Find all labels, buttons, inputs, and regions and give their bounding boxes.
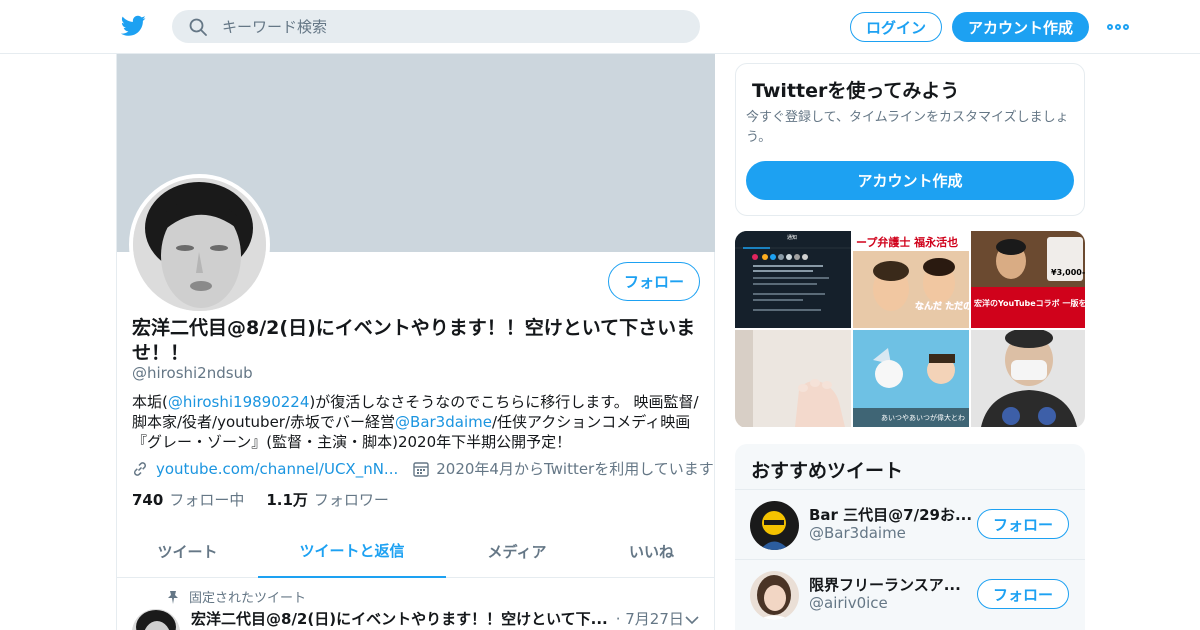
bio-text: 本垢( [132,393,168,411]
recommended-handle: @airiv0ice [809,594,888,612]
followers-count: 1.1万 [266,491,308,509]
calendar-icon [413,461,429,477]
recommended-handle: @Bar3daime [809,524,906,542]
profile-column: フォロー 宏洋二代目@8/2(日)にイベントやります！！空けといて下さいませ！！… [116,54,715,630]
signup-card-title: Twitterを使ってみよう [752,80,960,102]
photo-mask-image [971,330,1085,427]
media-thumb-lawyer[interactable]: ープ弁護士 福永活也 なんだ ただの雑魚か [853,231,969,328]
profile-meta: youtube.com/channel/UCX_nN... 2020年4月からT… [132,458,714,479]
tweet-avatar-photo [132,609,180,630]
profile-stats: 740 フォロー中 1.1万 フォロワー [132,489,411,510]
profile-avatar[interactable] [129,174,270,315]
pinned-indicator: 固定されたツイート [167,587,306,606]
recommended-avatar[interactable] [750,571,799,620]
recommended-title: おすすめツイート [751,460,904,482]
search-icon [189,18,207,36]
twitter-bird-icon[interactable] [121,15,146,37]
anime-thumb-image: あいつやあいつが偉大とわ [853,330,969,427]
recommended-avatar[interactable] [750,501,799,550]
pinned-tweet[interactable]: 固定されたツイート 宏洋二代目@8/2(日)にイベントやります！！空けといて下.… [117,579,715,630]
profile-joined-date: 2020年4月からTwitterを利用しています [436,460,714,478]
profile-handle[interactable]: @hiroshi2ndsub [132,364,253,382]
recommended-follow-button[interactable]: フォロー [977,509,1069,539]
media-thumb-anime[interactable]: あいつやあいつが偉大とわ [853,330,969,427]
profile-tabs: ツイート ツイートと返信 メディア いいね [117,524,715,578]
recommended-avatar-image [750,571,799,620]
thumb-text: ープ弁護士 福永活也 [856,235,958,249]
follow-button[interactable]: フォロー [608,262,700,301]
tab-tweets[interactable]: ツイート [117,524,258,578]
thumb-text: あいつやあいつが偉大とわ [881,413,965,422]
recommended-avatar-image [750,501,799,550]
recommended-account[interactable]: Bar 三代目@7/29お... @Bar3daime フォロー [735,489,1085,559]
media-grid: 通知 ープ弁護士 福永活也 なんだ ただの雑魚か [735,231,1085,428]
tab-media[interactable]: メディア [446,524,588,578]
tweet-avatar[interactable] [132,609,180,630]
bio-mention-link[interactable]: @hiroshi19890224 [168,393,310,411]
avatar-photo [133,178,266,311]
profile-name: 宏洋二代目@8/2(日)にイベントやります！！空けといて下さいませ！！ [132,317,696,364]
search-input[interactable] [222,10,682,43]
media-thumb-mask[interactable] [971,330,1085,427]
tab-likes[interactable]: いいね [588,524,715,578]
thumb-text: 宏洋のYouTubeコラボ 一版を生で見られます！ [974,298,1085,308]
signup-card-button[interactable]: アカウント作成 [746,161,1074,200]
profile-bio: 本垢(@hiroshi19890224)が復活しなさそうなのでこちらに移行します… [132,392,702,452]
recommended-name: Bar 三代目@7/29お... [809,506,973,524]
tweet-author-name[interactable]: 宏洋二代目@8/2(日)にイベントやります！！空けといて下... [191,608,608,629]
signup-card-description: 今すぐ登録して、タイムラインをカスタマイズしましょう。 [746,110,1069,145]
login-button[interactable]: ログイン [850,12,942,42]
media-thumb-foot[interactable] [735,330,851,427]
link-icon [134,461,146,476]
following-stat[interactable]: 740 フォロー中 [132,489,244,510]
recommended-tweets-panel: おすすめツイート Bar 三代目@7/29お... @Bar3daime フォロ… [735,444,1085,630]
thumb-text: ¥3,000- [1051,268,1085,277]
more-options-icon[interactable] [1106,17,1130,37]
following-count: 740 [132,491,164,509]
recommended-account[interactable]: 限界フリーランスア... @airiv0ice フォロー [735,559,1085,629]
signup-card: Twitterを使ってみよう 今すぐ登録して、タイムラインをカスタマイズしましょ… [735,63,1085,216]
video-thumb-lawyer-image: ープ弁護士 福永活也 なんだ ただの雑魚か [853,231,969,328]
media-thumb-price[interactable]: ¥3,000- 宏洋のYouTubeコラボ 一版を生で見られます！ [971,231,1085,328]
bio-mention-link[interactable]: @Bar3daime [395,413,492,431]
chevron-down-icon[interactable] [685,615,699,625]
thumb-text: なんだ ただの雑魚か [915,300,969,312]
tweet-date[interactable]: · 7月27日 [616,608,684,629]
followers-label: フォロワー [313,491,389,509]
signup-button[interactable]: アカウント作成 [952,12,1089,42]
pinned-label: 固定されたツイート [189,591,307,606]
profile-website-link[interactable]: youtube.com/channel/UCX_nN... [156,460,398,478]
followers-stat[interactable]: 1.1万 フォロワー [266,489,389,510]
media-thumb-notification[interactable]: 通知 [735,231,851,328]
tab-tweets-replies[interactable]: ツイートと返信 [258,524,446,578]
tweet-header: 宏洋二代目@8/2(日)にイベントやります！！空けといて下... · 7月27日 [191,608,684,629]
notification-screenshot-image: 通知 [735,231,851,328]
pin-icon [168,590,178,604]
thumb-text: 通知 [787,234,797,241]
recommended-name: 限界フリーランスア... [809,576,961,594]
recommended-follow-button[interactable]: フォロー [977,579,1069,609]
photo-foot-image [735,330,851,427]
top-bar: ログイン アカウント作成 [0,0,1200,54]
video-thumb-price-image: ¥3,000- 宏洋のYouTubeコラボ 一版を生で見られます！ [971,231,1085,328]
following-label: フォロー中 [169,491,245,509]
search-box[interactable] [172,10,700,43]
